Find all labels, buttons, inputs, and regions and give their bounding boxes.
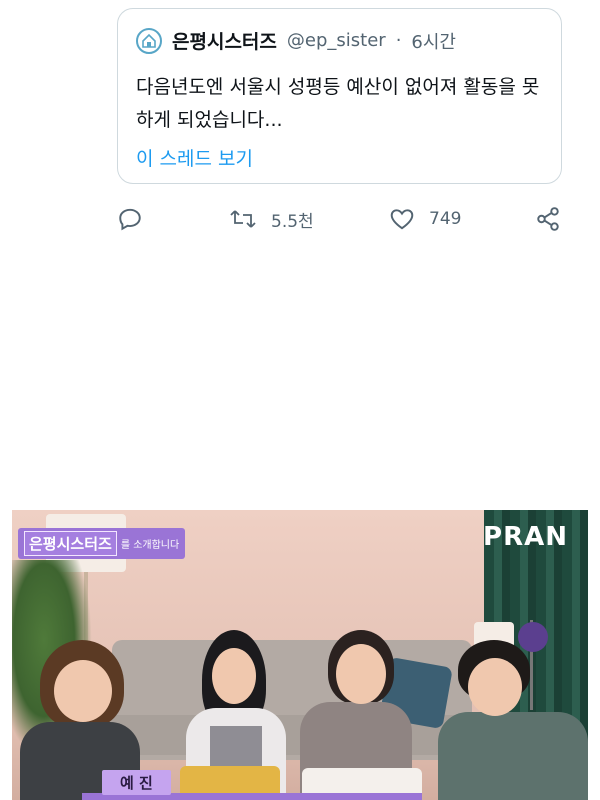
tweet-timestamp[interactable]: 6시간 xyxy=(411,28,456,54)
like-button[interactable]: 749 xyxy=(389,206,461,232)
channel-subtitle: 를 소개합니다 xyxy=(120,540,180,551)
profile-avatar[interactable] xyxy=(136,27,162,54)
like-count: 749 xyxy=(429,209,462,229)
reply-icon xyxy=(119,208,141,231)
person-right xyxy=(438,640,588,800)
quoted-tweet-header: 은평시스터즈 @ep_sister · 6시간 xyxy=(136,27,456,54)
show-thread-link[interactable]: 이 스레드 보기 xyxy=(136,144,253,171)
retweet-count: 5.5천 xyxy=(271,211,314,232)
video-thumbnail[interactable]: 은평시스터즈 를 소개합니다 PRAN 예 진 xyxy=(12,510,588,800)
channel-title-badge: 은평시스터즈 를 소개합니다 xyxy=(18,528,186,559)
retweet-icon xyxy=(230,210,256,228)
brand-logo: PRAN xyxy=(483,522,568,552)
tweet-text: 다음년도엔 서울시 성평등 예산이 없어져 활동을 못하게 되었습니다... xyxy=(136,76,540,131)
share-icon xyxy=(537,207,559,231)
display-name[interactable]: 은평시스터즈 xyxy=(172,27,277,54)
quoted-tweet-card[interactable]: 은평시스터즈 @ep_sister · 6시간 다음년도엔 서울시 성평등 예산… xyxy=(117,8,562,184)
separator-dot: · xyxy=(395,30,402,51)
heart-icon xyxy=(390,209,414,230)
house-logo-icon xyxy=(142,33,156,48)
user-handle[interactable]: @ep_sister xyxy=(287,30,386,51)
share-button[interactable] xyxy=(535,206,561,232)
channel-name: 은평시스터즈 xyxy=(24,531,117,556)
tweet-action-bar: 5.5천 749 xyxy=(117,200,567,240)
retweet-button[interactable]: 5.5천 xyxy=(229,206,314,232)
speaker-caption: 예 진 xyxy=(102,770,171,795)
reply-button[interactable] xyxy=(117,206,143,232)
